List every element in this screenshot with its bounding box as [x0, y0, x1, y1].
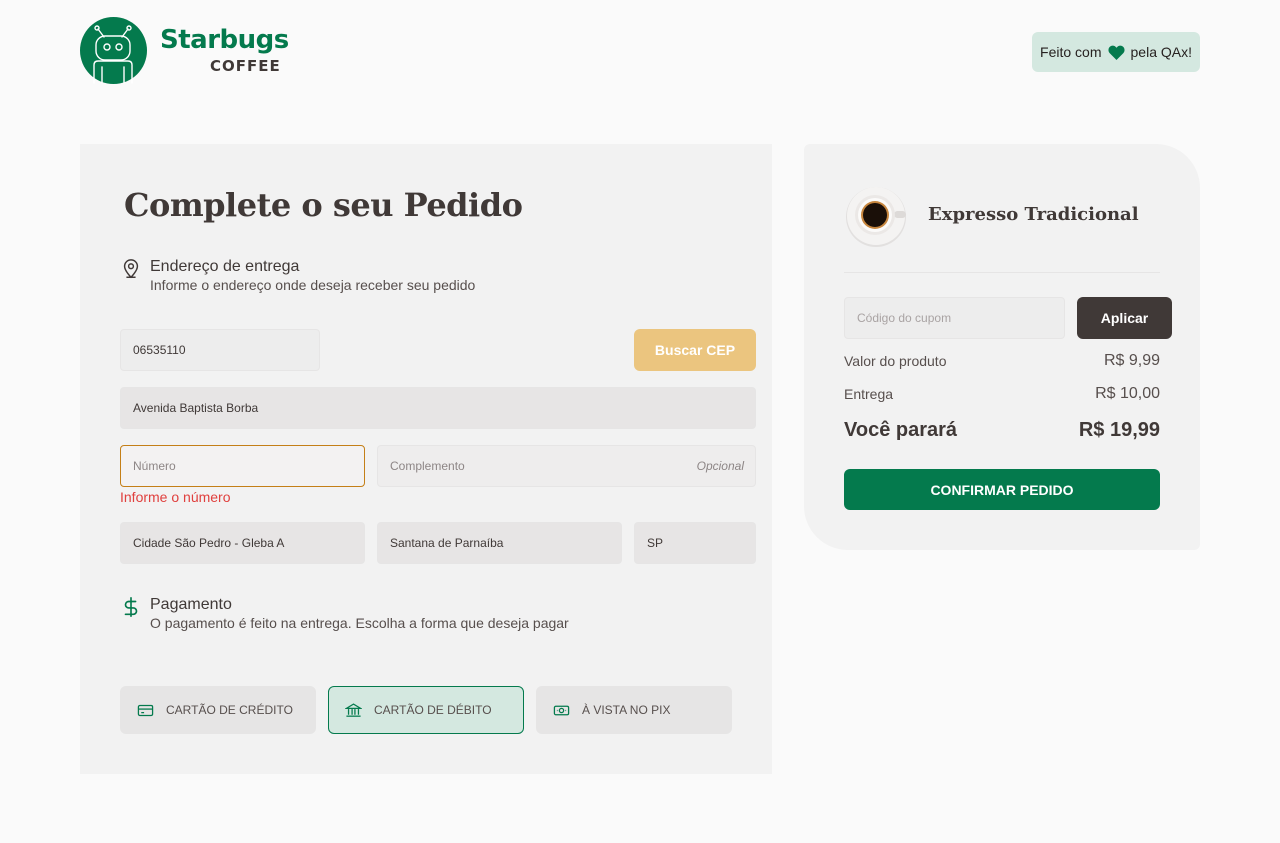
payment-section-subtitle: O pagamento é feito na entrega. Escolha …: [150, 615, 569, 631]
payment-option-label: CARTÃO DE CRÉDITO: [166, 703, 293, 717]
city-value: Santana de Parnaíba: [390, 536, 504, 550]
payment-option-label: À VISTA NO PIX: [582, 703, 671, 717]
delivery-value: R$ 10,00: [1095, 385, 1160, 402]
page-title: Complete o seu Pedido: [124, 186, 523, 224]
product-value: R$ 9,99: [1103, 352, 1160, 369]
product-name: Expresso Tradicional: [928, 204, 1139, 225]
state-value: SP: [647, 536, 664, 550]
complement-input[interactable]: Complemento Opcional: [377, 445, 756, 487]
summary-divider: [844, 272, 1160, 273]
delivery-label: Entrega: [844, 386, 894, 402]
search-cep-button[interactable]: Buscar CEP: [634, 329, 756, 371]
brand-subtitle: COFFEE: [210, 57, 281, 75]
product-value-row: Valor do produto R$ 9,99: [844, 352, 1160, 370]
district-input[interactable]: Cidade São Pedro - Gleba A: [120, 522, 365, 564]
state-input[interactable]: SP: [634, 522, 756, 564]
optional-label: Opcional: [696, 459, 744, 473]
dollar-icon: [120, 596, 142, 618]
payment-option-credit-card[interactable]: CARTÃO DE CRÉDITO: [120, 686, 316, 734]
payment-option-pix[interactable]: À VISTA NO PIX: [536, 686, 732, 734]
credit-card-icon: [137, 702, 154, 719]
total-value: R$ 19,99: [1078, 419, 1160, 441]
heart-icon: [1107, 45, 1125, 60]
brand-logo[interactable]: Starbugs COFFEE: [80, 17, 290, 85]
cep-value: 06535110: [133, 343, 186, 357]
street-value: Avenida Baptista Borba: [133, 401, 259, 415]
coupon-placeholder: Código do cupom: [857, 311, 952, 325]
product-value-label: Valor do produto: [844, 353, 947, 369]
coupon-input[interactable]: Código do cupom: [844, 297, 1065, 339]
city-input[interactable]: Santana de Parnaíba: [377, 522, 622, 564]
payment-option-label: CARTÃO DE DÉBITO: [374, 703, 492, 717]
payment-section-title: Pagamento: [150, 596, 232, 613]
number-input[interactable]: Número: [120, 445, 365, 487]
apply-coupon-button[interactable]: Aplicar: [1077, 297, 1172, 339]
delivery-row: Entrega R$ 10,00: [844, 385, 1160, 403]
bank-icon: [345, 702, 362, 719]
number-error-message: Informe o número: [120, 489, 231, 505]
confirm-order-button[interactable]: CONFIRMAR PEDIDO: [844, 469, 1160, 510]
complement-placeholder: Complemento: [390, 459, 465, 473]
address-section-title: Endereço de entrega: [150, 258, 300, 275]
payment-option-debit-card[interactable]: CARTÃO DE DÉBITO: [328, 686, 524, 734]
total-row: Você parará R$ 19,99: [844, 419, 1160, 442]
number-placeholder: Número: [133, 459, 176, 473]
district-value: Cidade São Pedro - Gleba A: [133, 536, 285, 550]
made-with-prefix: Feito com: [1040, 44, 1102, 60]
total-label: Você parará: [844, 419, 958, 441]
brand-name: Starbugs: [160, 25, 289, 55]
robot-logo-icon: [80, 17, 147, 84]
cep-input[interactable]: 06535110: [120, 329, 320, 371]
address-section-subtitle: Informe o endereço onde deseja receber s…: [150, 277, 476, 293]
made-with-suffix: pela QAx!: [1130, 44, 1192, 60]
money-icon: [553, 702, 570, 719]
map-pin-icon: [120, 258, 142, 280]
coffee-cup-image: [844, 184, 908, 248]
street-input[interactable]: Avenida Baptista Borba: [120, 387, 756, 429]
checkout-form: Complete o seu Pedido Endereço de entreg…: [80, 144, 772, 774]
header: Starbugs COFFEE Feito com pela QAx!: [80, 17, 1200, 85]
order-summary: Expresso Tradicional Código do cupom Apl…: [804, 144, 1200, 550]
made-with-badge: Feito com pela QAx!: [1032, 32, 1200, 72]
